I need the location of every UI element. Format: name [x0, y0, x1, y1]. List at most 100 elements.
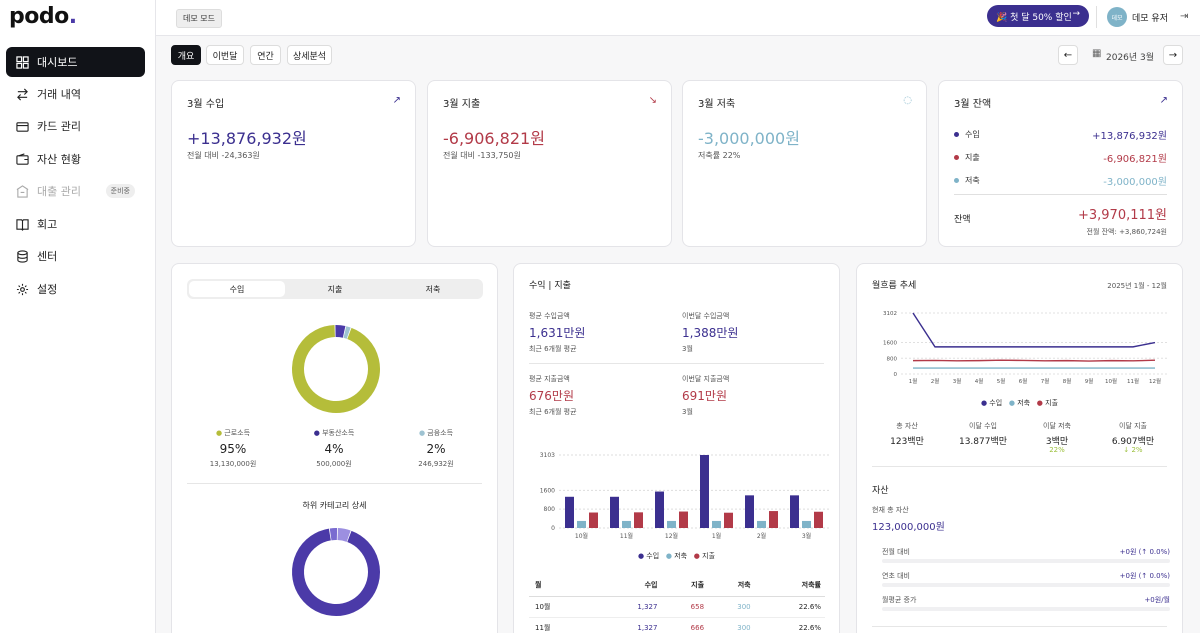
- summary-label: 총 자산: [896, 422, 918, 430]
- legend-dot: [954, 155, 959, 160]
- legend-labor: ● 근로소득 95% 13,130,000원: [209, 429, 257, 468]
- sidebar-item-center[interactable]: 센터: [6, 241, 145, 271]
- bar-0: [745, 495, 754, 528]
- bar-chart-legend: ● 수입 ● 저축 ● 지출: [637, 552, 716, 560]
- column-header: 수입: [596, 574, 662, 597]
- bar-1: [667, 520, 676, 528]
- x-tick-label: 9월: [1085, 377, 1094, 385]
- stat-value: 1,631만원: [529, 326, 586, 340]
- sidebar-item-loans[interactable]: 대출 관리 준비중: [6, 176, 145, 206]
- user-name[interactable]: 데모 유저: [1132, 11, 1168, 24]
- bar-0: [790, 495, 799, 528]
- database-icon: [17, 249, 28, 263]
- breakdown-card: 수입 지출 저축 ● 근로소득 95% 13,130,000원 ● 부동산소득 …: [171, 263, 498, 633]
- tab-this-month[interactable]: 이번달: [206, 45, 244, 65]
- asset-title: 자산: [872, 486, 889, 496]
- prev-period-button[interactable]: ←: [1058, 45, 1078, 65]
- card-title: 3월 저축: [698, 99, 736, 110]
- x-tick-label: 10월: [1105, 377, 1117, 385]
- stat-note: 3월: [682, 345, 693, 353]
- divider: [187, 483, 482, 484]
- expense-sub: 전월 대비 -133,750원: [443, 151, 521, 160]
- segment-expense[interactable]: 지출: [287, 281, 383, 297]
- sidebar-item-cards[interactable]: 카드 관리: [6, 111, 145, 141]
- stat-label: 이번달 지출금액: [682, 375, 730, 383]
- income-donut-chart: [292, 325, 380, 413]
- stat-value: 691만원: [682, 389, 727, 403]
- legend-dot: [954, 132, 959, 137]
- topbar: 데모 모드 🎉 첫 달 50% 할인 → 데모 데모 유저 ⇥: [156, 0, 1200, 36]
- legend-dot: ●: [418, 429, 426, 437]
- asset-row: 연초 대비 +0원 (↑ 0.0%): [882, 572, 1170, 580]
- x-tick-label: 2월: [757, 532, 766, 540]
- y-tick-label: 1600: [540, 487, 555, 494]
- x-tick-label: 11월: [1127, 377, 1139, 385]
- logout-icon[interactable]: ⇥: [1180, 11, 1188, 22]
- balance-row-saving: 저축 -3,000,000원: [954, 173, 1167, 188]
- trend-down-icon: ↘: [648, 95, 657, 106]
- x-tick-label: 2월: [931, 377, 940, 385]
- arrow-right-icon: →: [1072, 9, 1080, 19]
- arrow-left-icon: ←: [1063, 49, 1073, 61]
- summary-value: 13.877백만: [958, 437, 1008, 447]
- balance-card: 3월 잔액 ↗ 수입 +13,876,932원 지출 -6,906,821원 저…: [938, 80, 1183, 247]
- next-period-button[interactable]: →: [1163, 45, 1183, 65]
- stat-note: 최근 6개월 평균: [529, 408, 577, 416]
- table-row: 11월 1,327 666 300 22.6%: [529, 617, 825, 633]
- asset-label: 현재 총 자산: [872, 506, 909, 514]
- legend-dot: ●: [313, 429, 320, 437]
- y-tick-label: 3103: [540, 452, 555, 459]
- legend-dot: ●: [215, 429, 223, 437]
- column-header: 월: [529, 574, 597, 597]
- segment-saving[interactable]: 저축: [385, 281, 481, 297]
- monthly-table: 월 수입 지출 저축 저축률 10월 1,327 658 300 22.6% 1…: [529, 574, 825, 633]
- stat-label: 평균 수입금액: [529, 312, 570, 320]
- card-title: 월흐름 추세: [872, 281, 917, 291]
- segment-income[interactable]: 수입: [189, 281, 285, 297]
- sidebar-item-settings[interactable]: 설정: [6, 274, 145, 304]
- arrow-right-icon: →: [1168, 49, 1178, 61]
- promo-label: 🎉 첫 달 50% 할인: [996, 12, 1072, 23]
- progress-bar: [882, 607, 1170, 611]
- column-header: 저축률: [754, 574, 825, 597]
- summary-value: 123백만: [890, 437, 924, 447]
- sidebar-item-label: 거래 내역: [37, 88, 81, 101]
- table-row: 10월 1,327 658 300 22.6%: [529, 596, 825, 618]
- x-tick-label: 1월: [909, 377, 918, 385]
- x-tick-label: 8월: [1063, 377, 1072, 385]
- tab-overview[interactable]: 개요: [171, 45, 201, 65]
- x-tick-label: 11월: [620, 532, 633, 540]
- avatar[interactable]: 데모: [1107, 7, 1127, 27]
- promo-button[interactable]: 🎉 첫 달 50% 할인 →: [987, 5, 1089, 27]
- bar-1: [622, 520, 631, 528]
- sidebar-item-label: 자산 현황: [37, 153, 81, 166]
- card-title: 3월 수입: [187, 99, 225, 110]
- summary-label: 이달 지출: [1119, 422, 1147, 430]
- sidebar-item-assets[interactable]: 자산 현황: [6, 144, 145, 174]
- sidebar-item-dashboard[interactable]: 대시보드: [6, 47, 145, 77]
- saving-sub: 저축률 22%: [698, 151, 741, 160]
- category-segmented-control: 수입 지출 저축: [187, 279, 483, 299]
- tab-detail[interactable]: 상세분석: [287, 45, 332, 65]
- bar-2: [679, 511, 688, 528]
- divider: [1096, 6, 1097, 28]
- legend-finance: ● 금융소득 2% 246,932원: [418, 429, 454, 468]
- bar-2: [589, 512, 598, 528]
- divider: [529, 363, 824, 364]
- sidebar-item-review[interactable]: 회고: [6, 209, 145, 239]
- x-tick-label: 4월: [975, 377, 984, 385]
- logo[interactable]: podo.: [9, 4, 77, 29]
- card-icon: [16, 121, 29, 132]
- x-tick-label: 10월: [575, 532, 588, 540]
- sidebar-item-transactions[interactable]: 거래 내역: [6, 79, 145, 109]
- bar-2: [724, 512, 733, 528]
- trend-line-chart: 0 800 1600 3102 1월 2월 3월 4월 5월 6월 7월 8월 9월 10월 11월 12월: [883, 311, 1167, 385]
- expense-value: -6,906,821원: [443, 129, 545, 148]
- stat-value: 676만원: [529, 389, 574, 403]
- sub-category-title: 하위 카테고리 상세: [302, 501, 367, 510]
- card-title: 수익 | 지출: [529, 281, 571, 291]
- bar-1: [577, 520, 586, 528]
- tab-yearly[interactable]: 연간: [250, 45, 281, 65]
- x-tick-label: 3월: [802, 532, 811, 540]
- y-tick-label: 1600: [883, 341, 897, 347]
